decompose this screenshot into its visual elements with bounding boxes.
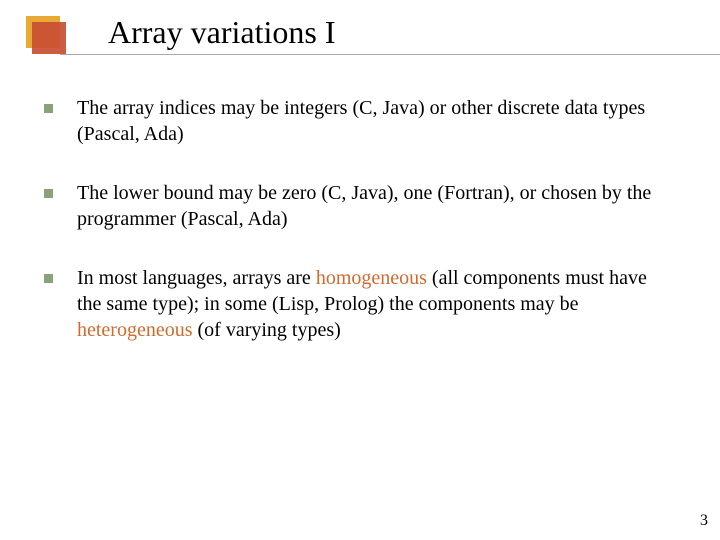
- text-segment: In most languages, arrays are: [77, 267, 316, 289]
- bullet-marker-icon: [44, 104, 53, 113]
- title-underline: [60, 54, 720, 55]
- bullet-marker-icon: [44, 189, 53, 198]
- bullet-text: In most languages, arrays are homogeneou…: [77, 266, 670, 343]
- text-segment: (of varying types): [193, 319, 341, 341]
- bullet-marker-icon: [44, 274, 53, 283]
- highlight-text: homogeneous: [316, 267, 427, 289]
- text-segment: The array indices may be integers (C, Ja…: [77, 97, 645, 145]
- page-number: 3: [700, 512, 708, 530]
- slide: Array variations I The array indices may…: [0, 0, 720, 540]
- highlight-text: heterogeneous: [77, 319, 193, 341]
- bullet-text: The array indices may be integers (C, Ja…: [77, 96, 670, 147]
- text-segment: The lower bound may be zero (C, Java), o…: [77, 182, 651, 230]
- slide-title: Array variations I: [108, 14, 335, 51]
- bullet-item: The lower bound may be zero (C, Java), o…: [44, 181, 670, 232]
- bullet-item: The array indices may be integers (C, Ja…: [44, 96, 670, 147]
- slide-body: The array indices may be integers (C, Ja…: [44, 96, 670, 377]
- accent-square-red: [32, 22, 66, 54]
- bullet-item: In most languages, arrays are homogeneou…: [44, 266, 670, 343]
- bullet-text: The lower bound may be zero (C, Java), o…: [77, 181, 670, 232]
